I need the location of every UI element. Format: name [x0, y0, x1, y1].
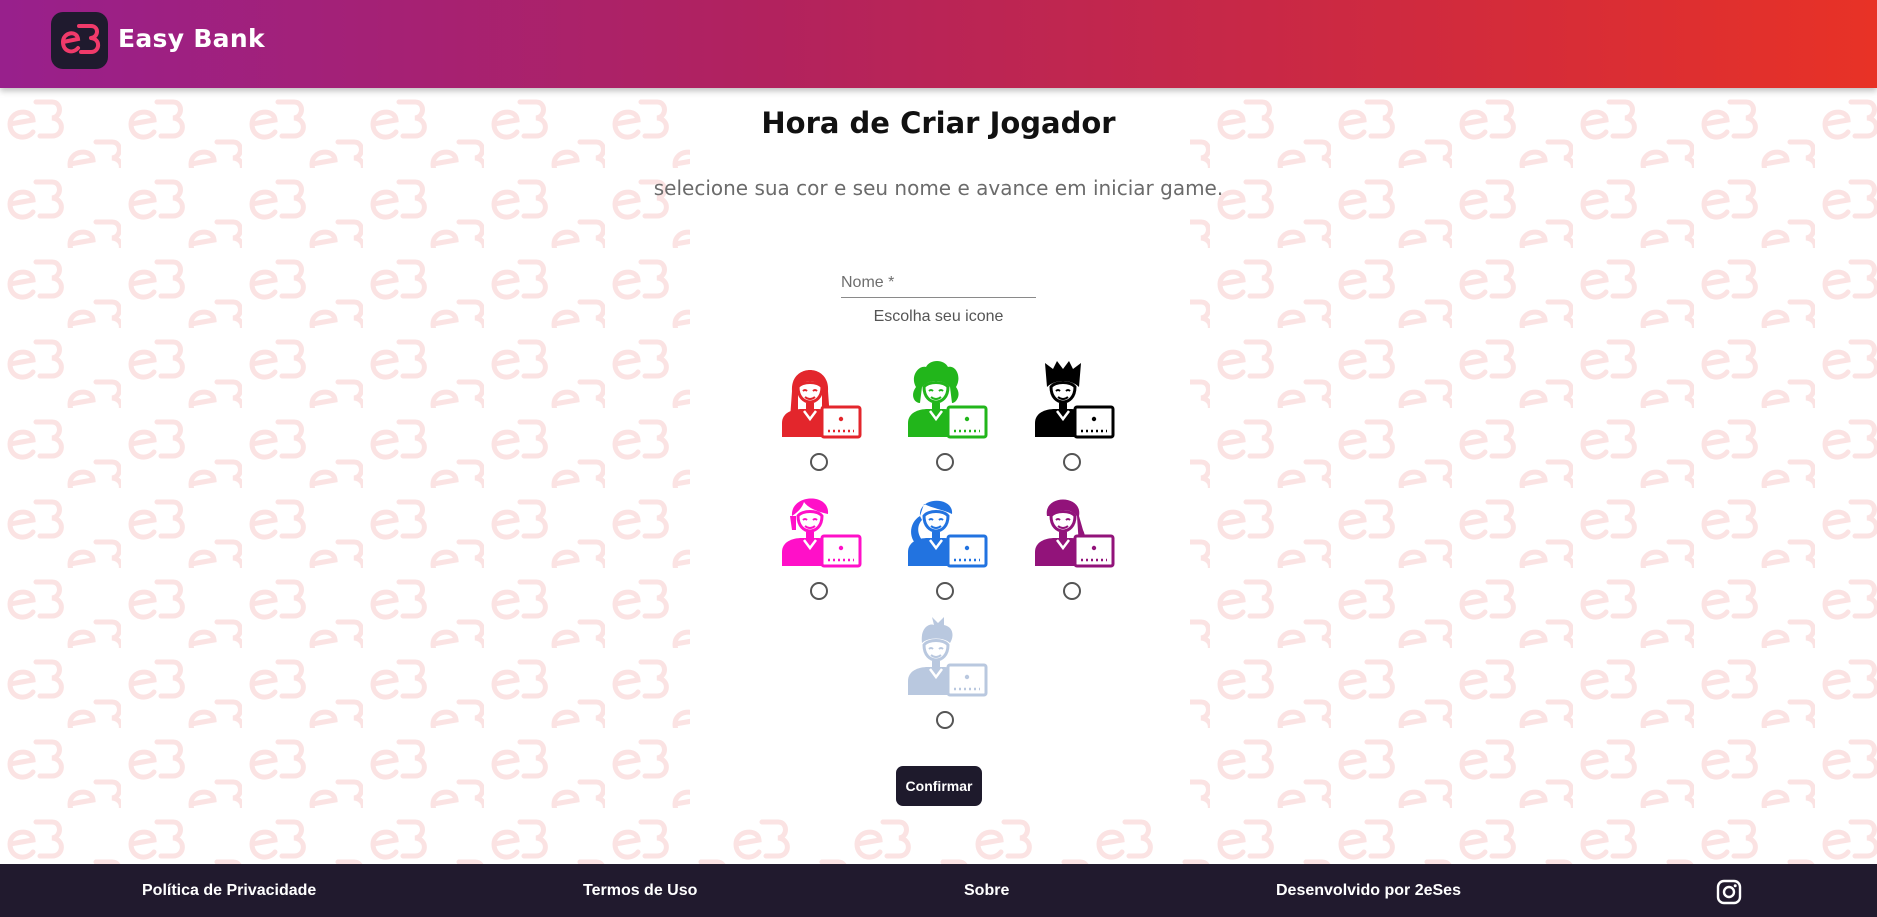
- player-avatar-icon[interactable]: [778, 486, 862, 570]
- choose-icon-label: Escolha seu icone: [873, 308, 1004, 325]
- avatar-option[interactable]: [770, 486, 870, 606]
- app-header: Easy Bank: [0, 0, 1877, 88]
- confirm-button[interactable]: Confirmar: [896, 766, 982, 806]
- page-title: Hora de Criar Jogador: [761, 106, 1116, 140]
- app-footer: Política de Privacidade Termos de Uso So…: [0, 864, 1877, 917]
- footer-link-about[interactable]: Sobre: [964, 882, 1009, 900]
- avatar-option[interactable]: [896, 615, 996, 735]
- footer-link-developer[interactable]: Desenvolvido por 2eSes: [1276, 882, 1461, 900]
- name-field[interactable]: [841, 270, 1036, 298]
- avatar-radio[interactable]: [1063, 453, 1081, 471]
- avatar-option[interactable]: [770, 357, 870, 477]
- brand-name[interactable]: Easy Bank: [118, 24, 265, 53]
- avatar-option[interactable]: [896, 486, 996, 606]
- avatar-option[interactable]: [1023, 357, 1123, 477]
- footer-link-terms[interactable]: Termos de Uso: [583, 882, 697, 900]
- player-avatar-icon[interactable]: [904, 357, 988, 441]
- player-avatar-icon[interactable]: [778, 357, 862, 441]
- avatar-option[interactable]: [1023, 486, 1123, 606]
- player-avatar-icon[interactable]: [1031, 357, 1115, 441]
- avatar-radio[interactable]: [810, 453, 828, 471]
- avatar-radio[interactable]: [810, 582, 828, 600]
- name-input[interactable]: [841, 270, 1036, 296]
- player-avatar-icon[interactable]: [904, 615, 988, 699]
- player-avatar-icon[interactable]: [904, 486, 988, 570]
- avatar-radio[interactable]: [936, 453, 954, 471]
- instagram-icon[interactable]: [1716, 879, 1742, 905]
- avatar-option[interactable]: [896, 357, 996, 477]
- avatar-radio[interactable]: [936, 711, 954, 729]
- avatar-radio[interactable]: [936, 582, 954, 600]
- player-avatar-icon[interactable]: [1031, 486, 1115, 570]
- easy-bank-logo-icon[interactable]: [51, 12, 108, 69]
- avatar-radio[interactable]: [1063, 582, 1081, 600]
- page-subtitle: selecione sua cor e seu nome e avance em…: [653, 176, 1224, 200]
- footer-link-privacy[interactable]: Política de Privacidade: [142, 882, 316, 900]
